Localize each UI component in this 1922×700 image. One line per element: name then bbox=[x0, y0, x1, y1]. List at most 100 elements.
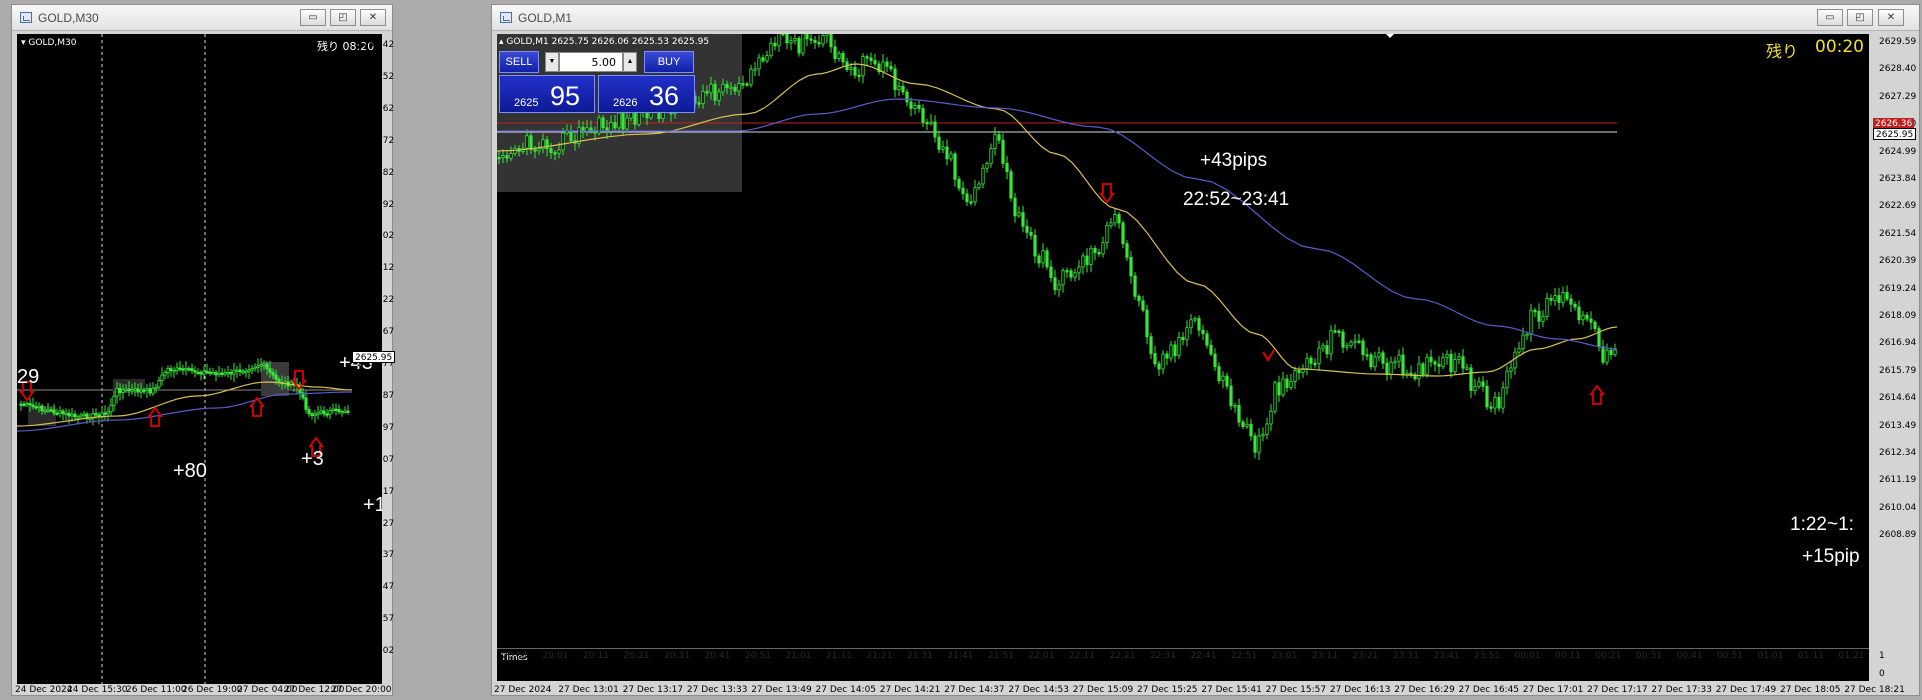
m1-candle bbox=[1217, 366, 1221, 382]
m1-candle bbox=[977, 183, 981, 189]
chart-area-m30[interactable]: ▾ GOLD,M30 残り 08:20 29 +43 +80 +3 +15 bbox=[17, 34, 382, 684]
indicator-area bbox=[497, 648, 1869, 681]
title-bar[interactable]: GOLD,M30 ▭ ◰ ✕ bbox=[12, 5, 392, 31]
buy-button[interactable]: BUY bbox=[644, 51, 694, 73]
m1-candle bbox=[821, 34, 825, 45]
m30-candle bbox=[319, 410, 323, 414]
m30-chart-canvas[interactable] bbox=[17, 34, 382, 684]
m1-candle bbox=[1421, 363, 1425, 376]
m1-candle bbox=[1429, 356, 1433, 363]
lot-size-input[interactable]: 5.00 bbox=[559, 52, 623, 72]
m1-candle bbox=[1021, 212, 1025, 227]
window-gold-m1[interactable]: GOLD,M1 ▭ ◰ ✕ ▴ GOLD,M1 2625.75 2626.06 … bbox=[491, 4, 1920, 696]
time-axis-label: 27 Dec 17:17 bbox=[1587, 685, 1648, 695]
m1-candle bbox=[1093, 247, 1097, 253]
time-axis-label: 26 Dec 11:00 bbox=[126, 685, 187, 695]
indicator-tick: 21:41 bbox=[947, 651, 974, 661]
m1-candle bbox=[697, 102, 701, 105]
indicator-tick: 22:01 bbox=[1028, 651, 1055, 661]
ask-price-box[interactable]: 2626 36 bbox=[598, 75, 695, 113]
m1-candle bbox=[813, 39, 817, 43]
m1-candle bbox=[1481, 381, 1485, 387]
m1-candle bbox=[1337, 330, 1341, 333]
m30-candle bbox=[139, 389, 143, 393]
m30-candle bbox=[31, 404, 35, 407]
m1-candle bbox=[1017, 212, 1021, 217]
indicator-tick: 00:11 bbox=[1555, 651, 1581, 661]
title-bar[interactable]: GOLD,M1 ▭ ◰ ✕ bbox=[492, 5, 1919, 31]
annotation-plus-80: +80 bbox=[173, 460, 207, 482]
window-gold-m30[interactable]: GOLD,M30 ▭ ◰ ✕ ▾ GOLD,M30 残り 08:20 29 +4… bbox=[11, 4, 396, 696]
m30-candle bbox=[211, 372, 215, 375]
m1-candle bbox=[549, 148, 553, 153]
m1-candle bbox=[1237, 405, 1241, 423]
indicator-tick: 01:01 bbox=[1757, 651, 1784, 661]
m1-candle bbox=[1533, 309, 1537, 313]
maximize-button[interactable]: ◰ bbox=[330, 9, 356, 26]
m1-candle bbox=[857, 74, 861, 78]
m1-candle bbox=[1409, 372, 1413, 376]
lot-increase-button[interactable]: ▲ bbox=[623, 52, 637, 72]
indicator-tick: 21:11 bbox=[826, 651, 852, 661]
close-button[interactable]: ✕ bbox=[360, 9, 386, 26]
m1-candle bbox=[613, 122, 617, 129]
m1-chart-canvas[interactable] bbox=[497, 34, 1869, 648]
m1-candle bbox=[1453, 358, 1457, 373]
m1-candle bbox=[1593, 321, 1597, 329]
m30-candle bbox=[307, 409, 311, 415]
m30-candle bbox=[241, 370, 245, 374]
m1-candle bbox=[1521, 334, 1525, 350]
chart-area-m1[interactable]: ▴ GOLD,M1 2625.75 2626.06 2625.53 2625.9… bbox=[497, 34, 1869, 648]
m30-candle bbox=[178, 367, 182, 370]
m1-candle bbox=[1133, 275, 1137, 297]
m1-candle bbox=[861, 56, 865, 77]
sell-button[interactable]: SELL bbox=[499, 51, 539, 73]
indicator-tick: 23:21 bbox=[1352, 651, 1379, 661]
m30-candle bbox=[346, 410, 350, 413]
m1-candle bbox=[1205, 333, 1209, 346]
m1-candle bbox=[957, 178, 961, 189]
maximize-button[interactable]: ◰ bbox=[1847, 9, 1873, 26]
m1-candle bbox=[713, 83, 717, 101]
m1-candle bbox=[909, 101, 913, 109]
m1-candle bbox=[1101, 242, 1105, 255]
close-button[interactable]: ✕ bbox=[1878, 9, 1904, 26]
m30-candle bbox=[67, 412, 71, 417]
time-axis-label: 27 Dec 15:09 bbox=[1072, 685, 1134, 695]
m1-candle bbox=[1129, 256, 1133, 277]
m30-candle bbox=[184, 368, 188, 371]
m1-candle bbox=[1261, 434, 1265, 437]
m1-candle bbox=[1077, 266, 1081, 274]
m1-candle bbox=[1585, 314, 1589, 320]
shift-marker bbox=[1386, 34, 1394, 38]
time-axis-label: 27 Dec 17:01 bbox=[1522, 685, 1584, 695]
minimize-button[interactable]: ▭ bbox=[1817, 9, 1843, 26]
bid-price-box[interactable]: 2625 95 bbox=[499, 75, 595, 113]
m1-candle bbox=[953, 153, 957, 180]
time-axis-label: 27 Dec 2024 bbox=[494, 685, 552, 695]
m1-candle bbox=[1009, 171, 1013, 199]
m1-candle bbox=[1457, 356, 1461, 360]
price-axis-label: 2623.84 bbox=[1879, 174, 1917, 184]
m1-candle bbox=[529, 135, 533, 151]
lot-decrease-button[interactable]: ▼ bbox=[545, 52, 559, 72]
m30-candle bbox=[142, 389, 146, 392]
m1-candle bbox=[1449, 353, 1453, 373]
m1-candle bbox=[745, 83, 749, 86]
m1-candle bbox=[1109, 222, 1113, 226]
m1-candle bbox=[797, 37, 801, 54]
m1-candle bbox=[773, 42, 777, 47]
m1-candle bbox=[1141, 300, 1145, 311]
m30-candle bbox=[205, 370, 209, 374]
m1-candle bbox=[837, 53, 841, 59]
m1-candle bbox=[1233, 405, 1237, 408]
m1-candle bbox=[1197, 318, 1201, 331]
minimize-button[interactable]: ▭ bbox=[300, 9, 326, 26]
m1-candle bbox=[1045, 250, 1049, 268]
one-click-trading-panel: SELL ▼ 5.00 ▲ BUY 2625 95 2626 36 bbox=[499, 51, 695, 115]
m1-candle bbox=[917, 104, 921, 109]
m30-candle bbox=[106, 411, 110, 415]
m1-candle bbox=[1221, 375, 1225, 382]
m30-candle bbox=[187, 368, 191, 371]
indicator-tick: 20:51 bbox=[745, 651, 771, 661]
